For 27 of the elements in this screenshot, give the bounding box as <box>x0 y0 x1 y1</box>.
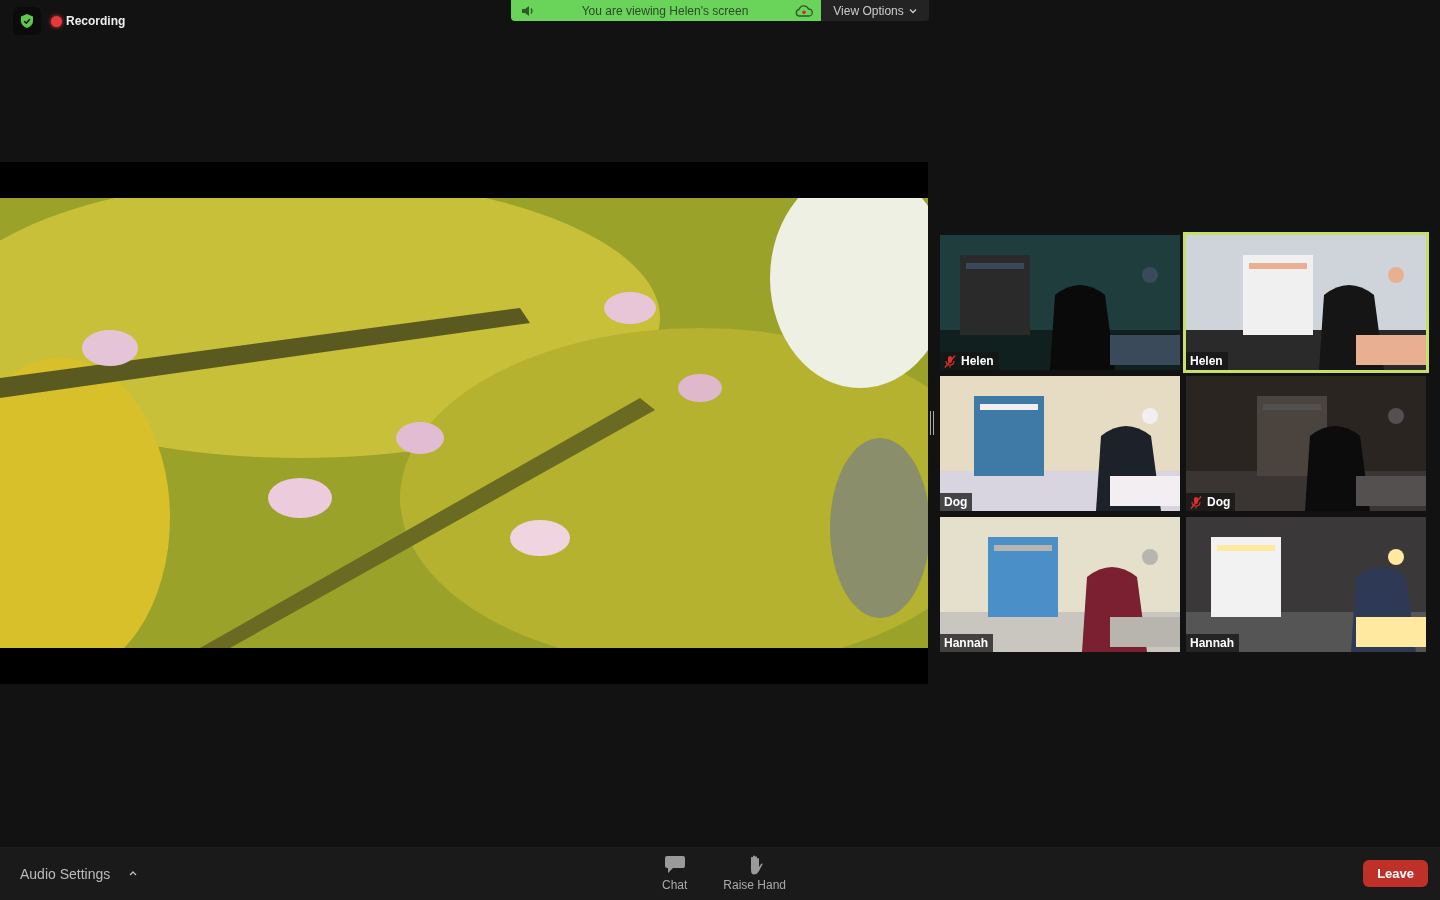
resize-handle[interactable] <box>930 411 934 435</box>
chevron-down-icon <box>908 7 917 14</box>
participant-name: Dog <box>1207 495 1231 509</box>
participant-tile[interactable]: Dog <box>940 376 1180 511</box>
participant-tile[interactable]: Hannah <box>1186 517 1426 652</box>
chat-bubble-icon <box>663 855 686 875</box>
participant-name: Hannah <box>944 636 988 650</box>
participant-tile[interactable]: Hannah <box>940 517 1180 652</box>
participant-name: Hannah <box>1190 636 1234 650</box>
participant-name: Helen <box>1190 354 1223 368</box>
participant-name: Helen <box>961 354 994 368</box>
leave-button[interactable]: Leave <box>1363 860 1428 887</box>
participant-name: Dog <box>944 495 968 509</box>
recording-dot-icon <box>51 15 62 27</box>
recording-label: Recording <box>66 14 126 28</box>
audio-settings-button[interactable]: Audio Settings <box>20 865 111 882</box>
view-options-button[interactable]: View Options <box>821 0 929 21</box>
cloud-recording-icon <box>795 4 813 17</box>
participant-tile[interactable]: Helen <box>1186 235 1426 370</box>
banner-message: You are viewing Helen's screen <box>580 3 750 18</box>
speaker-icon[interactable] <box>521 4 535 17</box>
participant-tile[interactable]: Dog <box>1186 376 1426 511</box>
chat-button[interactable]: Chat <box>661 855 688 892</box>
security-shield-icon[interactable] <box>13 7 41 35</box>
chevron-up-icon[interactable] <box>128 870 139 877</box>
raise-hand-button[interactable]: Raise Hand <box>723 855 787 892</box>
participant-tile[interactable]: Helen <box>940 235 1180 370</box>
